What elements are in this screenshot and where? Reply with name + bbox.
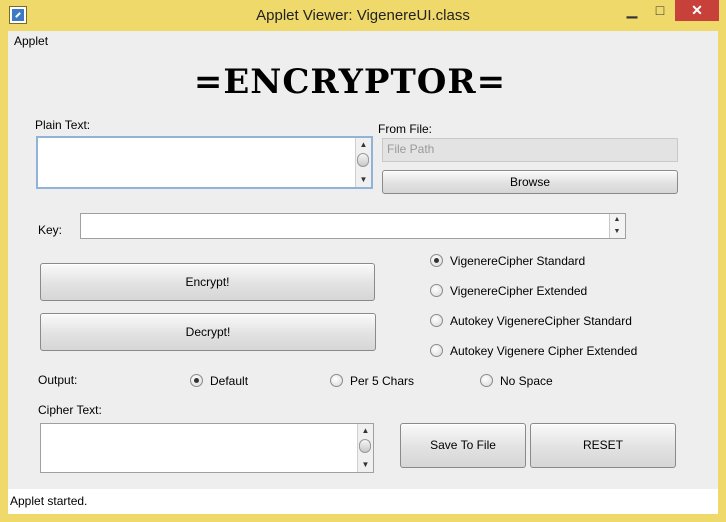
spinner-up-icon[interactable]: ▲: [610, 214, 624, 226]
scroll-down-icon[interactable]: ▼: [358, 459, 373, 471]
scroll-thumb[interactable]: [357, 153, 369, 167]
cipher-text-area[interactable]: ▲ ▼: [40, 423, 374, 473]
reset-button[interactable]: RESET: [530, 423, 676, 468]
radio-icon[interactable]: [430, 344, 443, 357]
status-bar: Applet started.: [8, 489, 718, 514]
output-option-label: No Space: [500, 374, 553, 388]
maximize-button[interactable]: □: [646, 0, 674, 21]
scroll-thumb[interactable]: [359, 439, 371, 453]
plain-text-scrollbar[interactable]: ▲ ▼: [355, 138, 371, 187]
cipher-option-label: VigenereCipher Standard: [450, 254, 586, 268]
browse-button[interactable]: Browse: [382, 170, 678, 194]
cipher-text-label: Cipher Text:: [38, 403, 102, 417]
key-field[interactable]: ▲ ▼: [80, 213, 626, 239]
close-button[interactable]: ✕: [675, 0, 719, 21]
radio-icon[interactable]: [330, 374, 343, 387]
radio-icon[interactable]: [430, 314, 443, 327]
from-file-label: From File:: [378, 122, 432, 136]
output-option-label: Per 5 Chars: [350, 374, 415, 388]
title-bar[interactable]: Applet Viewer: VigenereUI.class ▁ □ ✕: [0, 0, 726, 31]
radio-selected-icon[interactable]: [430, 254, 443, 267]
radio-selected-icon[interactable]: [190, 374, 203, 387]
key-label: Key:: [38, 223, 63, 237]
plain-text-label: Plain Text:: [35, 118, 91, 132]
output-option-label: Default: [210, 374, 249, 388]
menu-bar: Applet: [8, 31, 718, 51]
cipher-option-label: VigenereCipher Extended: [450, 284, 588, 298]
applet-viewer-window: Applet Viewer: VigenereUI.class ▁ □ ✕ Ap…: [0, 0, 726, 522]
status-text: Applet started.: [10, 494, 88, 508]
scroll-down-icon[interactable]: ▼: [356, 174, 371, 186]
page-title: =ENCRYPTOR=: [193, 62, 507, 102]
cipher-text-scrollbar[interactable]: ▲ ▼: [357, 424, 373, 472]
file-path-field[interactable]: File Path: [382, 138, 678, 162]
scroll-up-icon[interactable]: ▲: [358, 425, 373, 437]
encryptor-panel: =ENCRYPTOR= Plain Text: ▲ ▼ From File: F…: [8, 51, 718, 489]
menu-applet[interactable]: Applet: [14, 34, 48, 48]
radio-icon[interactable]: [480, 374, 493, 387]
key-spinner[interactable]: ▲ ▼: [609, 214, 625, 238]
cipher-option-label: Autokey Vigenere Cipher Extended: [450, 344, 638, 358]
minimize-button[interactable]: ▁: [618, 0, 646, 21]
decrypt-button[interactable]: Decrypt!: [40, 313, 376, 351]
radio-icon[interactable]: [430, 284, 443, 297]
client-area: Applet =ENCRYPTOR= Plain Text: ▲ ▼ From …: [8, 31, 718, 514]
scroll-up-icon[interactable]: ▲: [356, 139, 371, 151]
output-label: Output:: [38, 373, 78, 387]
save-to-file-button[interactable]: Save To File: [400, 423, 526, 468]
plain-text-area[interactable]: ▲ ▼: [36, 136, 373, 189]
encrypt-button[interactable]: Encrypt!: [40, 263, 375, 301]
cipher-option-label: Autokey VigenereCipher Standard: [450, 314, 632, 328]
spinner-down-icon[interactable]: ▼: [610, 226, 624, 238]
